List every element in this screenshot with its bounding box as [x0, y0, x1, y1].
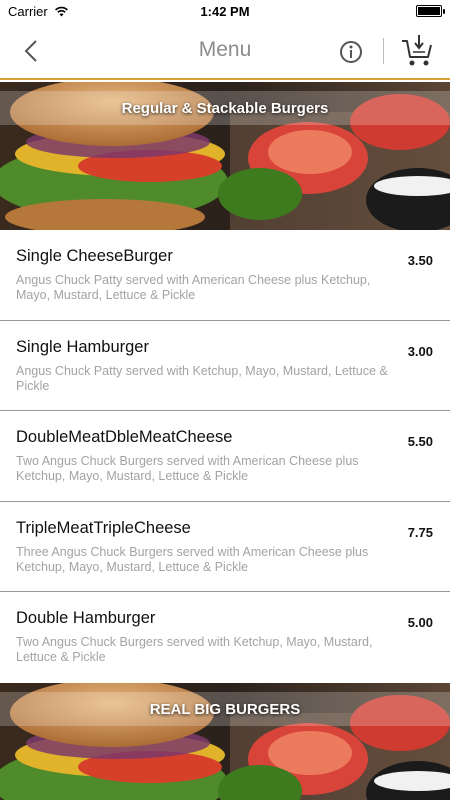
- cart-add-icon[interactable]: [400, 33, 434, 69]
- item-price: 5.00: [407, 615, 433, 630]
- item-description: Two Angus Chuck Burgers served with Amer…: [16, 454, 359, 483]
- item-name: DoubleMeatDbleMeatCheese: [16, 428, 233, 446]
- item-price: 3.00: [407, 343, 433, 359]
- category-banner[interactable]: Regular & Stackable Burgers: [0, 82, 450, 230]
- item-description: Two Angus Chuck Burgers served with Ketc…: [16, 635, 373, 664]
- item-description: Angus Chuck Patty served with American C…: [16, 273, 371, 302]
- category-title: Regular & Stackable Burgers: [121, 99, 329, 117]
- carrier-label: Carrier: [8, 3, 48, 19]
- category-title-bar: REAL BIG BURGERS: [0, 692, 450, 726]
- item-price: 3.50: [407, 253, 433, 268]
- category-banner[interactable]: REAL BIG BURGERS: [0, 683, 450, 800]
- menu-item[interactable]: Double Hamburger 5.00 Two Angus Chuck Bu…: [0, 592, 450, 683]
- nav-bar: Menu: [0, 22, 450, 80]
- menu-item[interactable]: TripleMeatTripleCheese 7.75 Three Angus …: [0, 502, 450, 592]
- item-price: 5.50: [407, 434, 433, 449]
- item-name: Double Hamburger: [16, 609, 156, 627]
- nav-divider: [383, 38, 384, 64]
- battery-level: [418, 7, 440, 15]
- battery-icon: [416, 5, 445, 17]
- category-title: REAL BIG BURGERS: [149, 700, 301, 718]
- menu-list: Single CheeseBurger 3.50 Angus Chuck Pat…: [0, 230, 450, 683]
- wifi-icon: [54, 6, 68, 16]
- info-icon[interactable]: [336, 37, 366, 67]
- item-name: TripleMeatTripleCheese: [16, 518, 191, 537]
- category-title-bar: Regular & Stackable Burgers: [0, 91, 450, 125]
- menu-item[interactable]: DoubleMeatDbleMeatCheese 5.50 Two Angus …: [0, 411, 450, 502]
- menu-item[interactable]: Single Hamburger 3.00 Angus Chuck Patty …: [0, 321, 450, 411]
- status-bar: Carrier 1:42 PM: [0, 0, 450, 22]
- item-description: Angus Chuck Patty served with Ketchup, M…: [16, 363, 388, 393]
- status-left: Carrier: [8, 4, 69, 19]
- item-name: Single Hamburger: [16, 337, 149, 356]
- item-description: Three Angus Chuck Burgers served with Am…: [16, 544, 369, 574]
- menu-item[interactable]: Single CheeseBurger 3.50 Angus Chuck Pat…: [0, 230, 450, 321]
- item-name: Single CheeseBurger: [16, 247, 173, 265]
- item-price: 7.75: [407, 524, 433, 540]
